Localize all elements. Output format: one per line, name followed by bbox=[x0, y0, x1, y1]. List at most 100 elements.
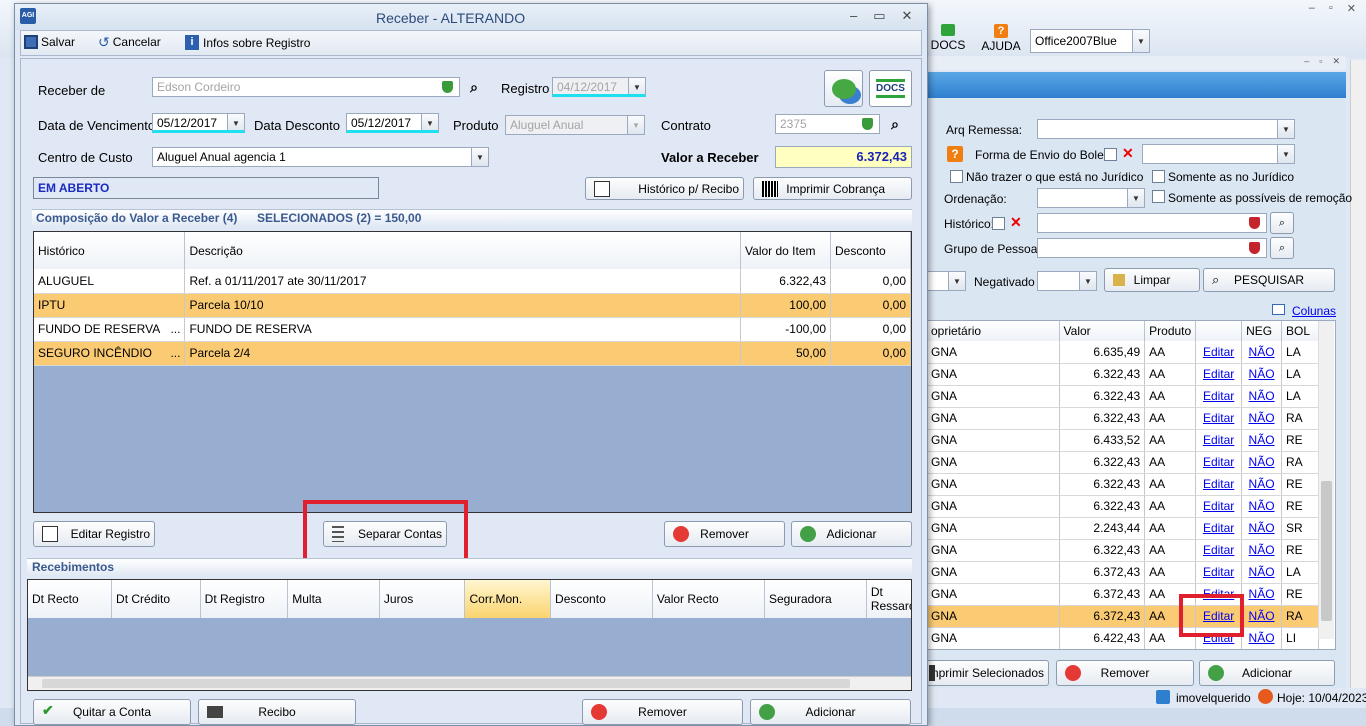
table-row[interactable]: GNA 6.433,52 AA Editar NÃO RE bbox=[927, 429, 1319, 452]
table-row[interactable]: GNA 6.635,49 AA Editar NÃO LA bbox=[927, 341, 1319, 364]
col-editar[interactable] bbox=[1195, 321, 1243, 341]
quitar-conta-button[interactable]: ✔ Quitar a Conta bbox=[33, 699, 191, 725]
chevron-down-icon[interactable]: ▼ bbox=[227, 114, 244, 130]
table-row[interactable]: GNA 6.372,43 AA Editar NÃO RA bbox=[927, 605, 1319, 628]
dialog-controls[interactable]: – ▭ ✕ bbox=[850, 8, 920, 24]
nao-juridico-checkbox[interactable] bbox=[950, 170, 963, 183]
docs-button[interactable]: DOCS bbox=[930, 24, 966, 58]
col-historico[interactable]: Histórico bbox=[34, 232, 186, 269]
background-adicionar-button[interactable]: Adicionar bbox=[1199, 660, 1335, 686]
valor-receber-input[interactable]: 6.372,43 bbox=[775, 146, 912, 168]
adicionar-button[interactable]: Adicionar bbox=[791, 521, 912, 547]
save-button[interactable]: Salvar bbox=[24, 35, 75, 49]
somente-juridico-checkbox[interactable] bbox=[1152, 170, 1165, 183]
limpar-button[interactable]: Limpar bbox=[1104, 268, 1200, 292]
col-proprietario[interactable]: oprietário bbox=[927, 321, 1060, 341]
rec-col-7[interactable]: Valor Recto bbox=[652, 580, 765, 618]
scroll-thumb[interactable] bbox=[1321, 481, 1332, 621]
cell-neg[interactable]: NÃO bbox=[1241, 495, 1283, 518]
cell-neg[interactable]: NÃO bbox=[1241, 341, 1283, 364]
historico-filter-checkbox[interactable] bbox=[992, 217, 1005, 230]
background-remover-button[interactable]: Remover bbox=[1056, 660, 1194, 686]
cell-neg[interactable]: NÃO bbox=[1241, 429, 1283, 452]
chevron-down-icon[interactable]: ▼ bbox=[1277, 120, 1294, 138]
close-icon[interactable]: ✕ bbox=[902, 8, 913, 24]
cell-e[interactable]: Editar bbox=[1195, 495, 1243, 518]
info-button[interactable]: i Infos sobre Registro bbox=[185, 35, 310, 50]
cell-neg[interactable]: NÃO bbox=[1241, 627, 1283, 649]
rec-col-6[interactable]: Desconto bbox=[550, 580, 653, 618]
cell-neg[interactable]: NÃO bbox=[1241, 363, 1283, 386]
table-row[interactable]: GNA 6.322,43 AA Editar NÃO RA bbox=[927, 407, 1319, 430]
cell-e[interactable]: Editar bbox=[1195, 451, 1243, 474]
contrato-search-button[interactable]: ⌕ bbox=[882, 113, 908, 135]
rec-col-8[interactable]: Seguradora bbox=[764, 580, 867, 618]
editar-registro-button[interactable]: Editar Registro bbox=[33, 521, 155, 547]
table-row[interactable]: GNA 6.322,43 AA Editar NÃO LA bbox=[927, 363, 1319, 386]
historico-filter-input[interactable] bbox=[1037, 213, 1267, 233]
historico-recibo-button[interactable]: Histórico p/ Recibo bbox=[585, 177, 744, 200]
registro-input[interactable]: 04/12/2017 ▼ bbox=[552, 77, 646, 97]
close-icon[interactable]: ✕ bbox=[1010, 214, 1022, 231]
col-descricao[interactable]: Descrição bbox=[184, 232, 742, 269]
recibo-button[interactable]: Recibo bbox=[198, 699, 356, 725]
background-right-scrollbar[interactable] bbox=[1350, 60, 1366, 690]
rec-col-3[interactable]: Multa bbox=[287, 580, 380, 618]
composicao-row[interactable]: FUNDO DE RESERVA... FUNDO DE RESERVA -100,… bbox=[34, 317, 911, 342]
cell-neg[interactable]: NÃO bbox=[1241, 385, 1283, 408]
cell-e[interactable]: Editar bbox=[1195, 517, 1243, 540]
chevron-down-icon[interactable]: ▼ bbox=[1079, 272, 1096, 290]
theme-select[interactable]: Office2007Blue ▼ bbox=[1030, 29, 1150, 53]
historico-search-button[interactable]: ⌕ bbox=[1270, 212, 1294, 234]
left-filter-select[interactable]: ▼ bbox=[926, 271, 966, 291]
chevron-down-icon[interactable]: ▼ bbox=[1277, 145, 1294, 163]
cell-e[interactable]: Editar bbox=[1195, 341, 1243, 364]
desconto-date-input[interactable]: 05/12/2017 ▼ bbox=[346, 113, 439, 133]
rec-col-5[interactable]: Corr.Mon. bbox=[464, 580, 552, 618]
imprimir-selecionados-button[interactable]: Imprimir Selecionados bbox=[925, 660, 1049, 686]
forma-envio-select[interactable]: ▼ bbox=[1142, 144, 1295, 164]
close-icon[interactable]: ✕ bbox=[1122, 145, 1134, 162]
table-row[interactable]: GNA 6.322,43 AA Editar NÃO RA bbox=[927, 451, 1319, 474]
cell-neg[interactable]: NÃO bbox=[1241, 561, 1283, 584]
cell-e[interactable]: Editar bbox=[1195, 539, 1243, 562]
recebimento-remover-button[interactable]: Remover bbox=[582, 699, 743, 725]
remover-button[interactable]: Remover bbox=[664, 521, 785, 547]
grupo-search-button[interactable]: ⌕ bbox=[1270, 237, 1294, 259]
col-produto[interactable]: Produto bbox=[1144, 321, 1197, 341]
cell-e[interactable]: Editar bbox=[1195, 429, 1243, 452]
chevron-down-icon[interactable]: ▼ bbox=[471, 148, 488, 166]
table-row[interactable]: GNA 6.372,43 AA Editar NÃO LA bbox=[927, 561, 1319, 584]
grupo-pessoas-input[interactable] bbox=[1037, 238, 1267, 258]
table-row[interactable]: GNA 2.243,44 AA Editar NÃO SR bbox=[927, 517, 1319, 540]
chevron-down-icon[interactable]: ▼ bbox=[421, 114, 438, 130]
vencimento-input[interactable]: 05/12/2017 ▼ bbox=[152, 113, 245, 133]
rec-col-1[interactable]: Dt Crédito bbox=[111, 580, 201, 618]
composicao-row[interactable]: SEGURO INCÊNDIO... Parcela 2/4 50,00 0,00 bbox=[34, 341, 911, 366]
rec-col-4[interactable]: Juros bbox=[379, 580, 466, 618]
cell-neg[interactable]: NÃO bbox=[1241, 407, 1283, 430]
table-row[interactable]: GNA 6.372,43 AA Editar NÃO RE bbox=[927, 583, 1319, 606]
docs-dialog-button[interactable]: DOCS bbox=[869, 70, 912, 107]
cell-neg[interactable]: NÃO bbox=[1241, 517, 1283, 540]
chevron-down-icon[interactable]: ▼ bbox=[627, 116, 644, 134]
scroll-thumb[interactable] bbox=[42, 679, 850, 688]
col-valor-item[interactable]: Valor do Item bbox=[740, 232, 831, 269]
chevron-down-icon[interactable]: ▼ bbox=[1127, 189, 1144, 207]
contrato-input[interactable]: 2375 bbox=[775, 114, 880, 134]
cell-neg[interactable]: NÃO bbox=[1241, 473, 1283, 496]
col-valor[interactable]: Valor bbox=[1059, 321, 1146, 341]
chevron-down-icon[interactable]: ▼ bbox=[628, 78, 645, 94]
receber-de-input[interactable]: Edson Cordeiro bbox=[152, 77, 460, 97]
recebimentos-hscroll[interactable] bbox=[28, 676, 911, 690]
centro-custo-select[interactable]: Aluguel Anual agencia 1 ▼ bbox=[152, 147, 489, 167]
composicao-row[interactable]: IPTU Parcela 10/10 100,00 0,00 bbox=[34, 293, 911, 318]
composicao-row[interactable]: ALUGUEL Ref. a 01/11/2017 ate 30/11/2017 6… bbox=[34, 269, 911, 294]
ordenacao-select[interactable]: ▼ bbox=[1037, 188, 1145, 208]
recebimento-adicionar-button[interactable]: Adicionar bbox=[750, 699, 911, 725]
cell-neg[interactable]: NÃO bbox=[1241, 539, 1283, 562]
cell-neg[interactable]: NÃO bbox=[1241, 583, 1283, 606]
cell-e[interactable]: Editar bbox=[1195, 473, 1243, 496]
cell-neg[interactable]: NÃO bbox=[1241, 451, 1283, 474]
col-desconto[interactable]: Desconto bbox=[830, 232, 911, 269]
